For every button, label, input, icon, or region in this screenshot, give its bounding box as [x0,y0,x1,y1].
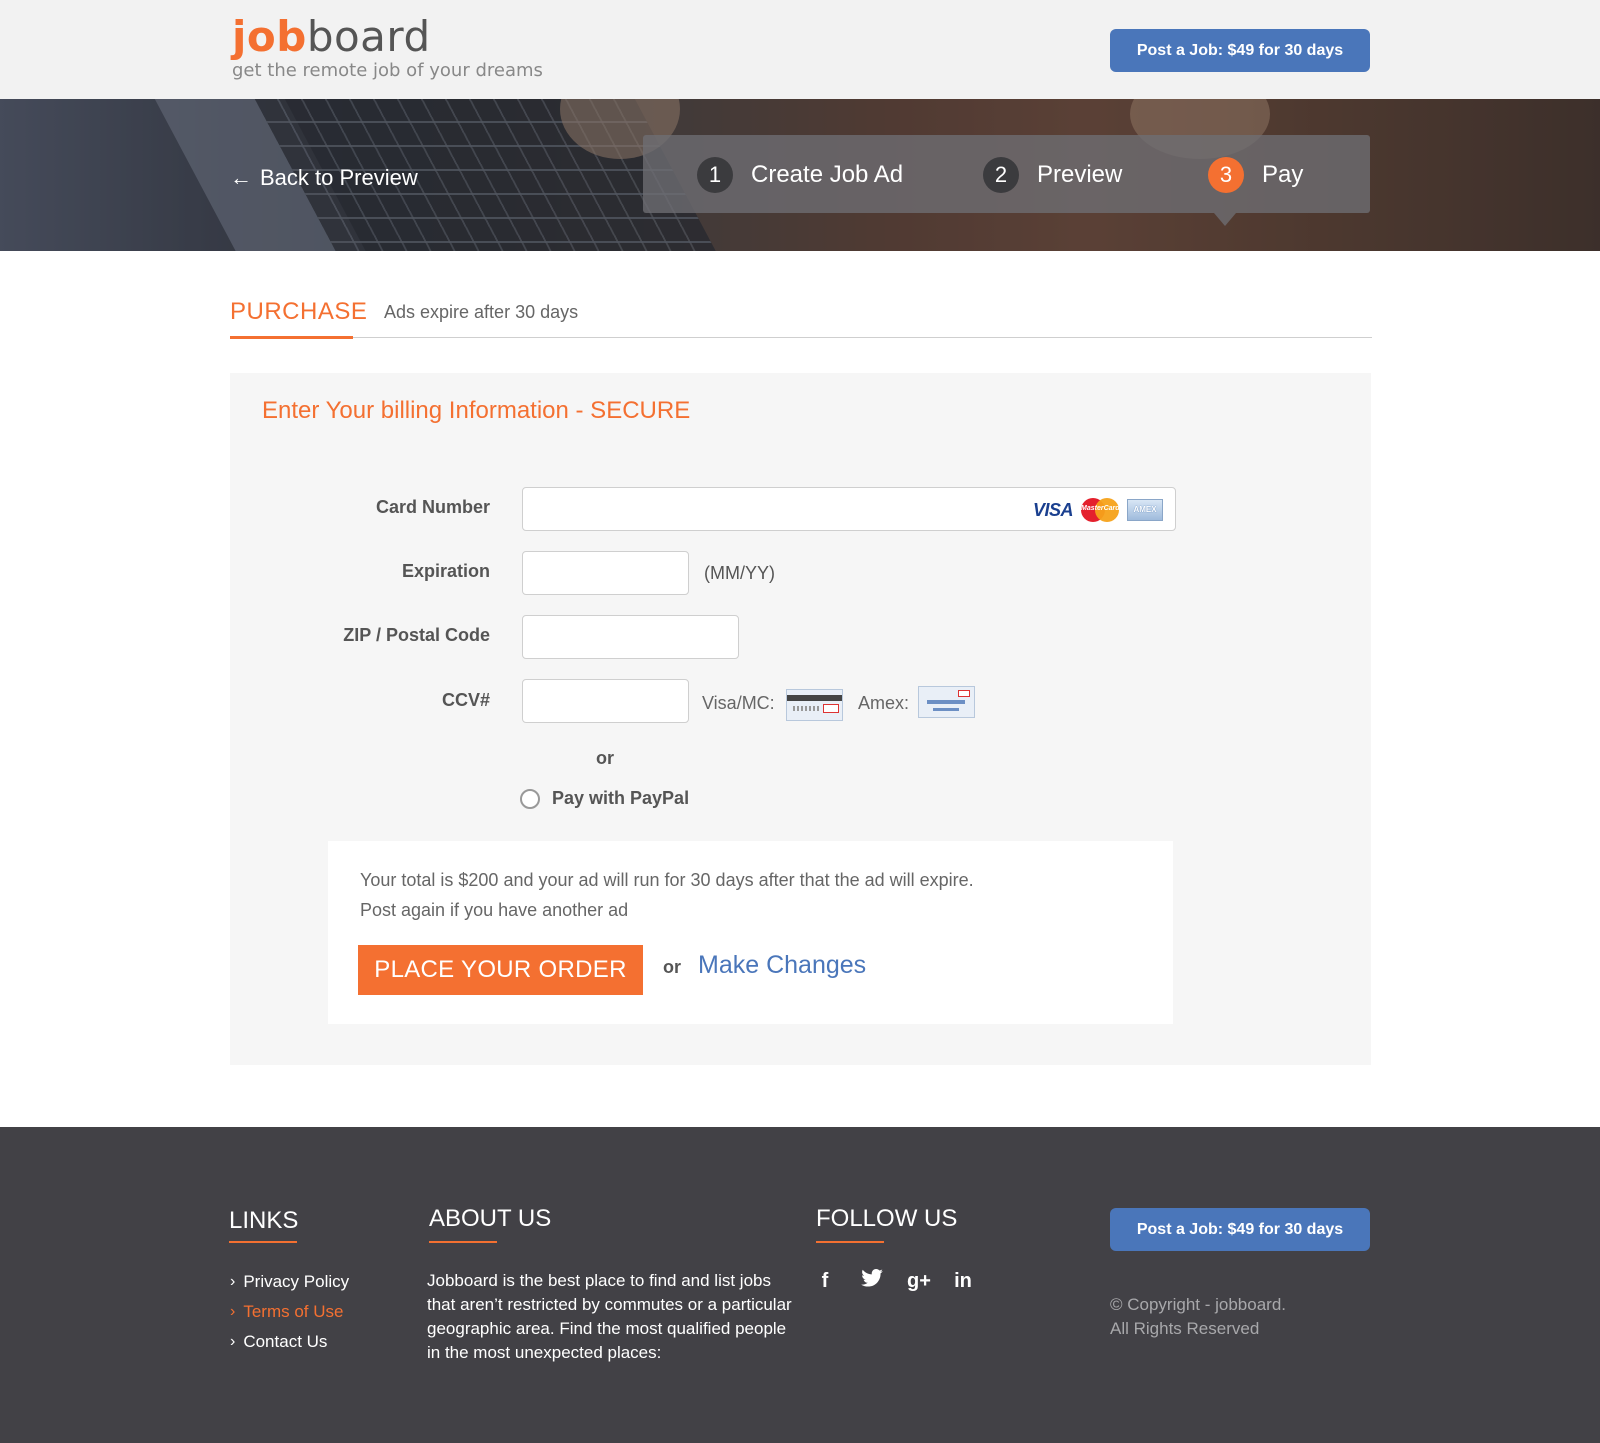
footer-links: › Privacy Policy › Terms of Use › Contac… [230,1267,349,1357]
heading-underline [816,1241,884,1243]
twitter-icon[interactable] [861,1269,883,1293]
step-preview[interactable]: 2 Preview [983,157,1122,193]
card-number-label: Card Number [375,497,490,517]
hero-banner: ← Back to Preview 1 Create Job Ad 2 Prev… [0,99,1600,251]
step-number: 1 [697,157,733,193]
tagline: get the remote job of your dreams [232,60,543,81]
step-number: 2 [983,157,1019,193]
accepted-cards: VISA MasterCard AMEX [1033,498,1163,522]
zip-input[interactable] [523,616,738,658]
expiration-hint: (MM/YY) [704,563,775,583]
mastercard-icon: MasterCard [1081,498,1120,522]
step-pay[interactable]: 3 Pay [1208,157,1303,193]
back-to-preview-link[interactable]: ← Back to Preview [230,165,418,191]
card-front-cvv-icon [918,686,975,718]
card-number-field[interactable]: VISA MasterCard AMEX [522,487,1176,531]
purchase-tab[interactable]: PURCHASE [230,298,367,326]
arrow-left-icon: ← [230,165,252,190]
chevron-right-icon: › [230,1273,236,1290]
card-back-cvv-icon [786,689,843,721]
ccv-input[interactable] [523,680,688,722]
step-label: Create Job Ad [751,161,904,188]
or-separator: or [596,748,614,768]
chevron-right-icon: › [230,1333,236,1350]
footer-link-contact-us[interactable]: › Contact Us [230,1327,349,1357]
back-to-preview-label: Back to Preview [260,165,418,190]
expiration-label: Expiration [401,561,490,581]
logo-job: job [232,12,307,61]
social-links: f g+ in [815,1269,973,1293]
heading-underline [429,1241,497,1243]
step-label: Pay [1262,161,1304,188]
step-label: Preview [1037,161,1123,188]
purchase-subtitle: Ads expire after 30 days [384,302,579,322]
amex-icon: AMEX [1127,499,1163,521]
or-separator: or [663,957,681,977]
about-text: Jobboard is the best place to find and l… [427,1271,792,1362]
paypal-radio[interactable] [520,788,540,809]
amex-cvv-label: Amex: [858,693,910,713]
summary-repost-text: Post again if you have another ad [360,900,629,920]
purchase-tab-underline [230,336,353,339]
logo[interactable]: jobboard [232,14,431,60]
ccv-field[interactable] [522,679,689,723]
order-summary: Your total is $200 and your ad will run … [328,841,1173,1024]
zip-field[interactable] [522,615,739,659]
ccv-label: CCV# [441,690,490,710]
make-changes-link[interactable]: Make Changes [698,951,866,980]
chevron-right-icon: › [230,1303,236,1320]
post-job-button[interactable]: Post a Job: $49 for 30 days [1110,29,1370,72]
linkedin-icon[interactable]: in [953,1270,973,1293]
paypal-option[interactable]: Pay with PayPal [520,788,689,809]
visa-icon: VISA [1032,499,1074,520]
footer-links-heading: LINKS [229,1207,299,1234]
facebook-icon[interactable]: f [815,1270,835,1293]
heading-underline [229,1241,297,1243]
google-plus-icon[interactable]: g+ [907,1270,931,1293]
visa-mc-cvv-label: Visa/MC: [702,693,775,713]
expiration-field[interactable] [522,551,689,595]
top-header: jobboard get the remote job of your drea… [0,0,1600,99]
step-number-active: 3 [1208,157,1244,193]
billing-heading: Enter Your billing Information - SECURE [262,397,691,424]
billing-panel: Enter Your billing Information - SECURE … [230,373,1371,1065]
divider [230,337,1372,338]
progress-steps: 1 Create Job Ad 2 Preview 3 Pay [643,135,1370,226]
post-job-button[interactable]: Post a Job: $49 for 30 days [1110,1208,1370,1251]
zip-label: ZIP / Postal Code [343,625,490,645]
footer: LINKS › Privacy Policy › Terms of Use › … [0,1127,1600,1443]
paypal-label: Pay with PayPal [552,788,690,808]
active-step-pointer [1214,213,1236,226]
place-order-button[interactable]: PLACE YOUR ORDER [358,945,643,995]
copyright: © Copyright - jobboard. All Rights Reser… [1110,1295,1287,1338]
logo-board: board [306,12,431,61]
expiration-input[interactable] [523,552,688,594]
summary-total-text: Your total is $200 and your ad will run … [360,870,974,890]
footer-link-privacy-policy[interactable]: › Privacy Policy [230,1267,349,1297]
footer-about-heading: ABOUT US [429,1205,552,1232]
step-create-job-ad[interactable]: 1 Create Job Ad [697,157,903,193]
footer-follow-heading: FOLLOW US [816,1205,958,1232]
footer-link-terms-of-use[interactable]: › Terms of Use [230,1297,349,1327]
